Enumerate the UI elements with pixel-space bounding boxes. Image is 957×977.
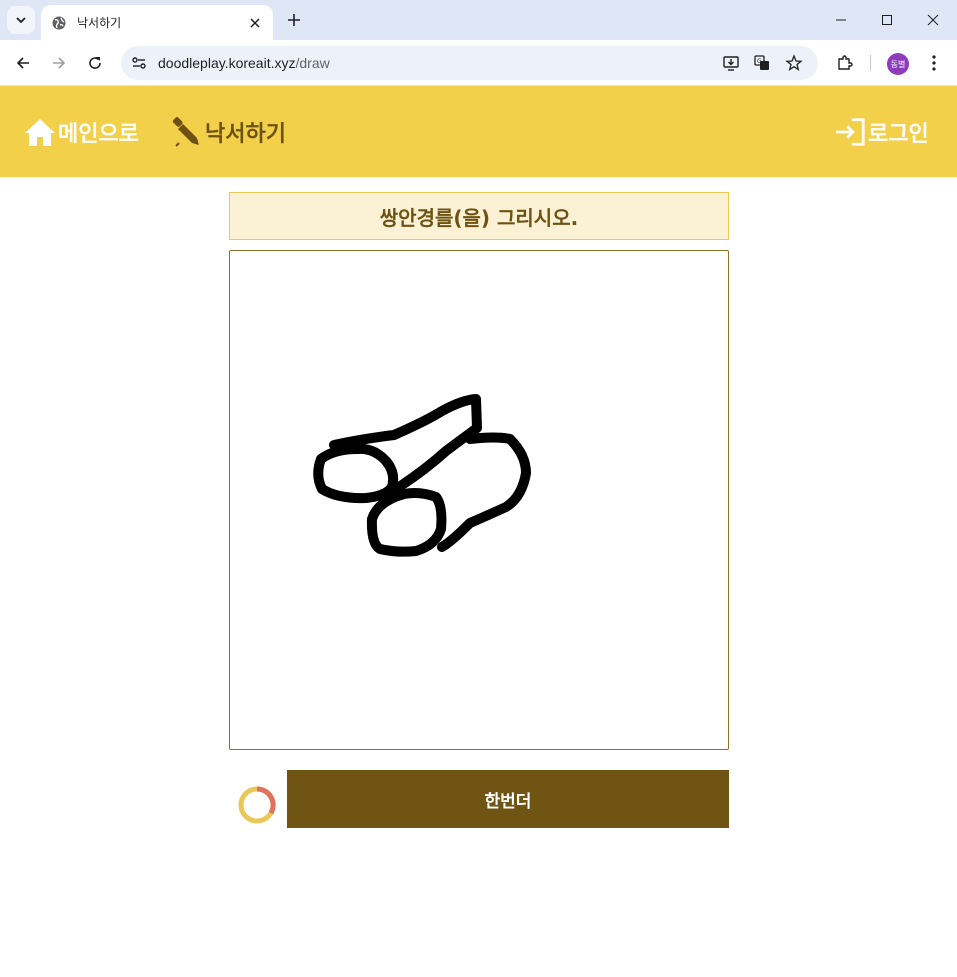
close-icon <box>927 14 939 26</box>
doodle-drawing <box>313 394 531 557</box>
puzzle-icon <box>838 55 853 70</box>
nav-home-link[interactable]: 메인으로 <box>24 116 139 148</box>
svg-text:G: G <box>757 58 762 65</box>
url-host: doodleplay.koreait.xyz <box>158 55 296 71</box>
bookmark-star-icon[interactable] <box>783 52 805 74</box>
browser-tab-bar: 낙서하기 <box>0 0 957 40</box>
browser-toolbar: doodleplay.koreait.xyz/draw G 동별 <box>0 40 957 86</box>
tab-title: 낙서하기 <box>77 16 122 30</box>
globe-icon <box>51 15 67 31</box>
toolbar-divider <box>870 55 871 71</box>
doodle-stroke <box>313 443 399 504</box>
reload-button[interactable] <box>81 49 109 77</box>
retry-button[interactable]: 한번더 <box>287 770 729 828</box>
new-tab-button[interactable] <box>282 8 306 32</box>
close-tab-icon[interactable] <box>247 15 263 31</box>
login-icon <box>834 116 866 148</box>
browser-menu-button[interactable] <box>920 49 948 77</box>
pencil-icon <box>171 116 203 148</box>
nav-draw-label: 낙서하기 <box>205 122 286 147</box>
install-app-icon[interactable] <box>720 52 742 74</box>
doodle-stroke <box>437 432 531 552</box>
site-header: 메인으로 낙서하기 로그인 <box>0 86 957 177</box>
site-settings-icon[interactable] <box>129 53 149 73</box>
nav-login-label: 로그인 <box>868 122 929 147</box>
arrow-left-icon <box>16 57 29 69</box>
maximize-button[interactable] <box>875 8 899 32</box>
extensions-button[interactable] <box>831 49 859 77</box>
nav-login-link[interactable]: 로그인 <box>834 116 929 148</box>
address-bar[interactable]: doodleplay.koreait.xyz/draw G <box>121 46 818 80</box>
more-vertical-icon <box>932 55 936 71</box>
chevron-down-icon <box>16 17 26 24</box>
nav-draw-link[interactable]: 낙서하기 <box>171 116 286 148</box>
nav-home-label: 메인으로 <box>58 122 139 147</box>
home-icon <box>24 116 56 148</box>
drawing-prompt: 쌍안경를(을) 그리시오. <box>229 192 729 240</box>
doodle-stroke <box>366 488 447 557</box>
translate-icon[interactable]: G <box>751 52 773 74</box>
drawing-canvas[interactable] <box>229 250 729 750</box>
plus-icon <box>288 14 300 26</box>
arrow-right-icon <box>53 57 66 69</box>
close-window-button[interactable] <box>921 8 945 32</box>
url-path: /draw <box>295 55 330 71</box>
minimize-button[interactable] <box>829 8 853 32</box>
forward-button[interactable] <box>45 49 73 77</box>
minimize-icon <box>836 19 846 21</box>
maximize-icon <box>882 15 892 25</box>
loading-spinner <box>237 785 277 825</box>
back-button[interactable] <box>9 49 37 77</box>
url-text: doodleplay.koreait.xyz/draw <box>158 55 330 71</box>
prompt-text: 쌍안경를(을) 그리시오. <box>379 205 579 230</box>
tab-search-button[interactable] <box>7 6 35 34</box>
browser-tab[interactable]: 낙서하기 <box>41 5 273 40</box>
reload-icon <box>89 57 101 69</box>
profile-avatar[interactable]: 동별 <box>887 53 909 75</box>
